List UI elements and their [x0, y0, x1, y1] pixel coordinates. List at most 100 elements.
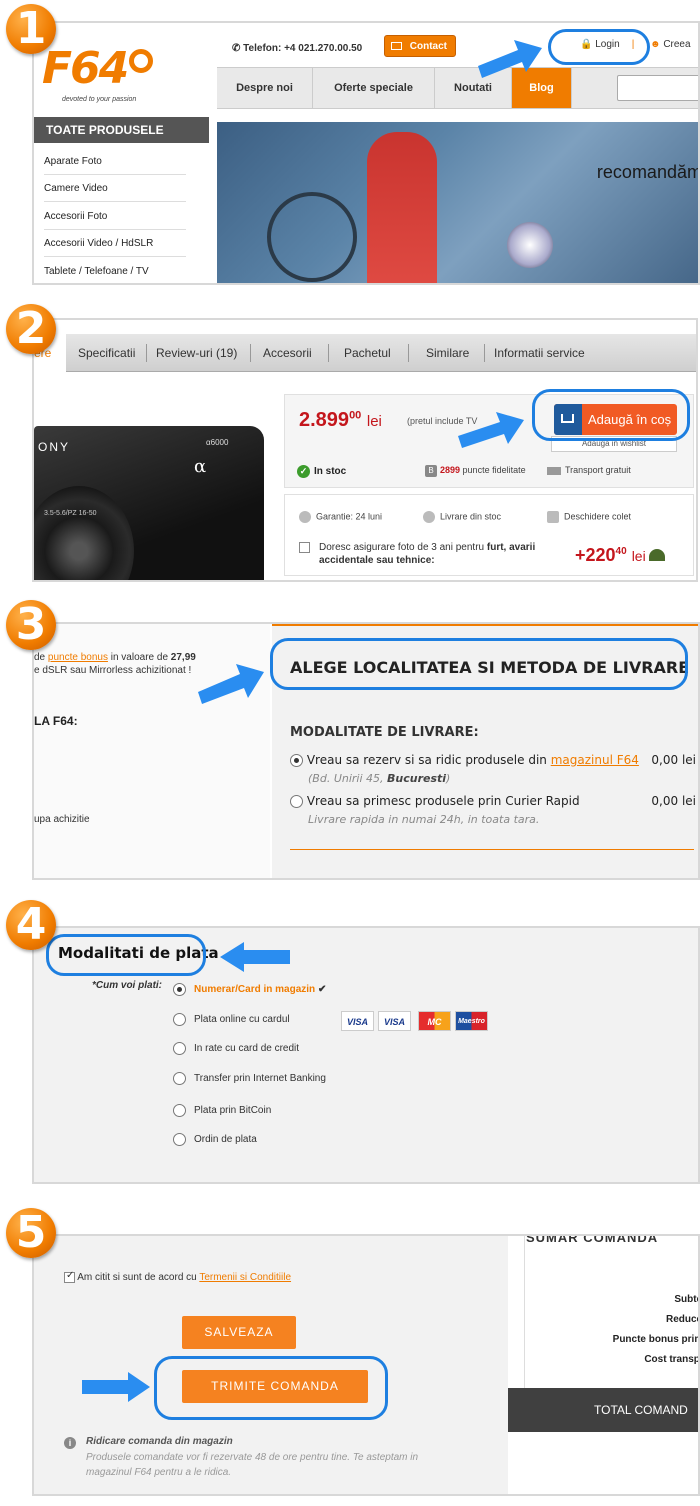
price-cents: 00 [349, 409, 362, 422]
bitcoin-radio[interactable] [173, 1104, 186, 1117]
highlight-submit-order [154, 1356, 388, 1420]
create-account-label: Creea [663, 39, 691, 50]
pickup-radio[interactable] [290, 754, 303, 767]
tab-divider [484, 344, 485, 362]
tab-accesorii[interactable]: Accesorii [263, 334, 312, 372]
step-4-payment: 4 Modalitati de plata *Cum voi plati: Nu… [0, 900, 700, 1190]
step-number-4: 4 [6, 900, 56, 950]
stock-status: ✓ In stoc [297, 465, 346, 478]
bonus-icon: B [425, 465, 437, 477]
product-price: 2.89900 lei [299, 409, 382, 432]
delivery-subtitle: MODALITATE DE LIVRARE: [290, 725, 479, 740]
delivery-info: Livrare din stoc [423, 511, 501, 523]
bank-transfer-radio[interactable] [173, 1072, 186, 1085]
highlight-delivery-title [270, 638, 688, 690]
order-summary: SUMAR COMANDA Subtot Reducer Puncte bonu… [508, 1234, 700, 1494]
sidebar-item-aparate-foto[interactable]: Aparate Foto [44, 148, 186, 175]
bonus-points-link[interactable]: puncte bonus [48, 652, 108, 663]
terms-agreement[interactable]: ✓ Am citit si sunt de acord cu Termenii … [64, 1270, 291, 1284]
terms-text: Am citit si sunt de acord cu [77, 1272, 200, 1284]
tab-divider [408, 344, 409, 362]
tab-review-uri[interactable]: Review-uri (19) [156, 334, 237, 372]
installments-label: In rate cu card de credit [194, 1043, 300, 1055]
courier-radio[interactable] [290, 795, 303, 808]
cash-radio[interactable] [173, 983, 186, 996]
arrow-icon [220, 942, 290, 972]
online-card-radio[interactable] [173, 1013, 186, 1026]
store-link[interactable]: magazinul F64 [551, 753, 639, 767]
maestro-logo: Maestro [455, 1011, 488, 1031]
bonus-info-value: 27,99 [170, 652, 196, 663]
highlight-add-to-cart [532, 389, 690, 441]
camera-brand-text: ONY [38, 440, 71, 454]
tab-similare[interactable]: Similare [426, 334, 469, 372]
site-logo[interactable]: F64 [42, 43, 154, 94]
terms-link[interactable]: Termenii si Conditiile [199, 1272, 291, 1283]
contact-button[interactable]: Contact [384, 35, 456, 57]
logo-text: F64 [42, 43, 129, 94]
open-parcel-label: Deschidere colet [564, 511, 632, 522]
search-input[interactable] [617, 75, 698, 101]
online-card-label: Plata online cu cardul [194, 1014, 290, 1026]
product-tabs: ere Specificatii Review-uri (19) Accesor… [34, 334, 696, 374]
logo-tagline: devoted to your passion [62, 96, 137, 103]
nav-despre-noi[interactable]: Despre noi [217, 68, 313, 108]
loyalty-points-value: 2899 [440, 465, 461, 475]
arrow-icon [478, 40, 542, 78]
hero-banner[interactable]: Co recomandăm foto Lă [217, 122, 700, 283]
insurance-price-main: +220 [575, 545, 616, 565]
summary-total: TOTAL COMAND [508, 1388, 698, 1432]
payment-option-installments[interactable]: In rate cu card de credit [173, 1042, 299, 1055]
warranty-label: Garantie: 24 luni [316, 511, 383, 522]
payment-order-radio[interactable] [173, 1133, 186, 1146]
tab-informatii-service[interactable]: Informatii service [494, 334, 585, 372]
summary-heading: SUMAR COMANDA [526, 1234, 659, 1245]
tab-divider [250, 344, 251, 362]
sidebar-item-tablete[interactable]: Tablete / Telefoane / TV [44, 258, 186, 283]
terms-checkbox[interactable]: ✓ [64, 1270, 75, 1283]
summary-shipping-cost: Cost transpo [644, 1354, 700, 1365]
arrow-icon [198, 664, 264, 704]
insurance-checkbox[interactable] [299, 542, 310, 553]
sidebar-item-accesorii-video[interactable]: Accesorii Video / HdSLR [44, 230, 186, 257]
installments-radio[interactable] [173, 1042, 186, 1055]
nav-oferte-speciale[interactable]: Oferte speciale [313, 68, 435, 108]
lens-label: 3.5-5.6/PZ 16-50 [44, 510, 97, 517]
sidebar-item-accesorii-foto[interactable]: Accesorii Foto [44, 203, 186, 230]
truck-icon [547, 466, 561, 475]
payment-option-cash[interactable]: Numerar/Card in magazin ✔ [173, 983, 326, 996]
product-image[interactable]: ONY α6000 α 3.5-5.6/PZ 16-50 [34, 426, 264, 580]
flower-icon [129, 49, 154, 73]
price-main: 2.899 [299, 409, 350, 431]
payment-option-online-card[interactable]: Plata online cu cardul [173, 1013, 290, 1026]
delivery-option-pickup[interactable]: Vreau sa rezerv si sa ridic produsele di… [290, 753, 639, 767]
delivery-option-courier[interactable]: Vreau sa primesc produsele prin Curier R… [290, 794, 580, 808]
bonus-info-pre: de [34, 652, 48, 663]
tab-specificatii[interactable]: Specificatii [78, 334, 135, 372]
arrow-icon [458, 412, 524, 448]
payment-option-bank-transfer[interactable]: Transfer prin Internet Banking [173, 1072, 326, 1085]
banner-heading-2: recomandăm foto [596, 162, 700, 182]
summary-subtotal: Subtot [674, 1294, 698, 1305]
payment-option-payment-order[interactable]: Ordin de plata [173, 1133, 257, 1146]
tab-pachetul[interactable]: Pachetul [344, 334, 391, 372]
bonus-info-mid: in valoare de [107, 652, 171, 663]
bitcoin-label: Plata prin BitCoin [194, 1105, 272, 1117]
create-account-link[interactable]: ☻ Creea [650, 39, 691, 50]
sidebar-item-camere-video[interactable]: Camere Video [44, 175, 186, 202]
mail-icon [391, 42, 402, 50]
summary-discount: Reducer [665, 1314, 698, 1325]
pickup-info-title: Ridicare comanda din magazin [86, 1436, 233, 1447]
warranty-icon [299, 511, 311, 523]
highlight-login [548, 29, 650, 65]
camera-lens: 3.5-5.6/PZ 16-50 [34, 486, 134, 580]
step-3-delivery: 3 de puncte bonus in valoare de 27,99 e … [0, 598, 700, 888]
pickup-text: Vreau sa rezerv si sa ridic produsele di… [306, 753, 551, 767]
info-icon: i [64, 1437, 76, 1449]
insurance-option[interactable]: Doresc asigurare foto de 3 ani pentru fu… [299, 541, 539, 567]
sidebar-title: TOATE PRODUSELE [34, 117, 209, 143]
visa-logo: VISA [341, 1011, 374, 1031]
payment-option-bitcoin[interactable]: Plata prin BitCoin [173, 1104, 271, 1117]
save-button[interactable]: SALVEAZA [182, 1316, 296, 1349]
camera-alpha-text: α [194, 456, 207, 477]
